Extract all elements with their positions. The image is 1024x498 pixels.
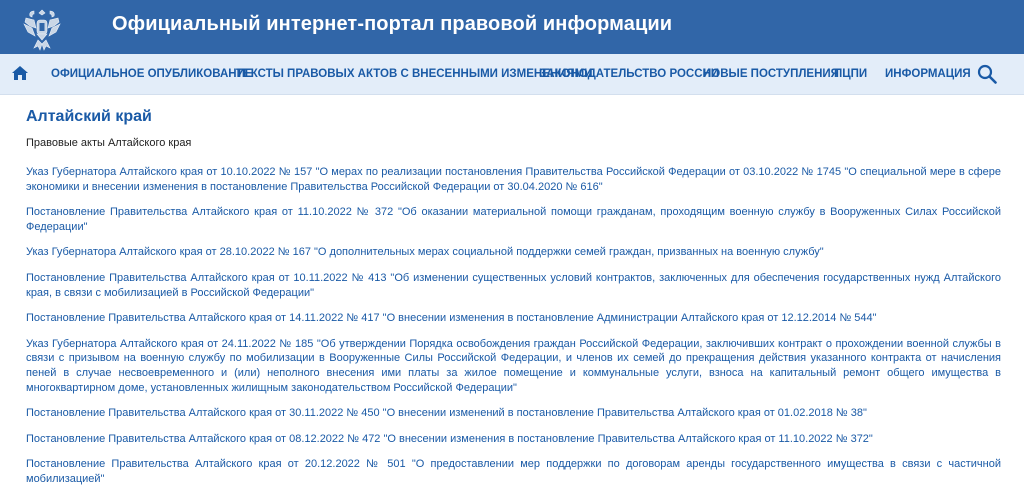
site-title[interactable]: Официальный интернет-портал правовой инф… — [112, 13, 672, 36]
section-subtitle: Правовые акты Алтайского края — [26, 137, 192, 149]
legal-act-link[interactable]: Постановление Правительства Алтайского к… — [26, 406, 1001, 421]
nav-information[interactable]: ИНФОРМАЦИЯ — [885, 54, 971, 94]
nav-russian-legislation[interactable]: ЗАКОНОДАТЕЛЬСТВО РОССИИ — [539, 54, 719, 94]
legal-act-link[interactable]: Указ Губернатора Алтайского края от 24.1… — [26, 337, 1001, 395]
legal-acts-list: Указ Губернатора Алтайского края от 10.1… — [26, 165, 1001, 498]
legal-act-link[interactable]: Постановление Правительства Алтайского к… — [26, 205, 1001, 234]
nav-ptspi[interactable]: ПЦПИ — [834, 54, 867, 94]
nav-official-publication[interactable]: ОФИЦИАЛЬНОЕ ОПУБЛИКОВАНИЕ — [51, 54, 253, 94]
legal-act-link[interactable]: Указ Губернатора Алтайского края от 10.1… — [26, 165, 1001, 194]
legal-act-link[interactable]: Постановление Правительства Алтайского к… — [26, 432, 1001, 447]
region-title: Алтайский край — [26, 108, 152, 125]
legal-act-link[interactable]: Указ Губернатора Алтайского края от 28.1… — [26, 245, 1001, 260]
main-navigation: ОФИЦИАЛЬНОЕ ОПУБЛИКОВАНИЕ ТЕКСТЫ ПРАВОВЫ… — [0, 54, 1024, 95]
legal-act-link[interactable]: Постановление Правительства Алтайского к… — [26, 457, 1001, 486]
search-icon[interactable] — [977, 64, 997, 84]
russian-coat-of-arms-icon[interactable] — [20, 4, 64, 52]
legal-act-link[interactable]: Постановление Правительства Алтайского к… — [26, 271, 1001, 300]
legal-act-link[interactable]: Постановление Правительства Алтайского к… — [26, 311, 1001, 326]
nav-new-arrivals[interactable]: НОВЫЕ ПОСТУПЛЕНИЯ — [703, 54, 839, 94]
site-header: Официальный интернет-портал правовой инф… — [0, 0, 1024, 54]
home-icon[interactable] — [12, 66, 28, 80]
